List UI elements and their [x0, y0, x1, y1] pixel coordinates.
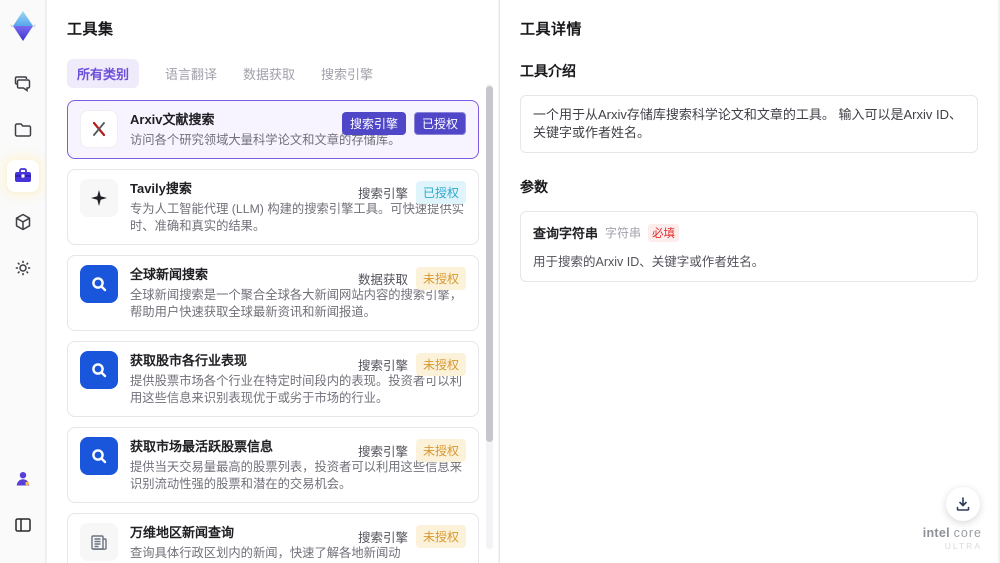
tab-language-translation[interactable]: 语言翻译	[165, 59, 217, 88]
auth-status-badge: 未授权	[415, 439, 466, 462]
tool-card-regional-news[interactable]: 万维地区新闻查询 查询具体行政区划内的新闻，快速了解各地新闻动 搜索引擎 未授权	[67, 513, 479, 563]
category-tabs: 所有类别 语言翻译 数据获取 搜索引擎	[67, 59, 498, 88]
app-window: 工具集 所有类别 语言翻译 数据获取 搜索引擎 Arxiv文献搜索 访问各个研究…	[0, 0, 1000, 563]
folder-icon	[13, 120, 33, 140]
auth-status-badge: 已授权	[415, 181, 466, 204]
param-required-badge: 必填	[648, 223, 680, 242]
tool-list-scrollbar-track[interactable]	[486, 84, 493, 549]
sparkle-icon	[80, 179, 118, 217]
sidebar-item-settings[interactable]	[7, 252, 39, 284]
page-title: 工具集	[67, 21, 114, 38]
intro-heading: 工具介绍	[520, 63, 576, 79]
stock-search-icon	[80, 437, 118, 475]
tool-list-panel: 工具集 所有类别 语言翻译 数据获取 搜索引擎 Arxiv文献搜索 访问各个研究…	[47, 0, 498, 563]
brand-core: core	[953, 526, 982, 540]
param-description: 用于搜索的Arxiv ID、关键字或作者姓名。	[533, 255, 765, 269]
download-icon	[954, 495, 972, 513]
tab-search-engine[interactable]: 搜索引擎	[321, 59, 373, 88]
tab-all-categories[interactable]: 所有类别	[67, 59, 140, 88]
sidebar-item-packages[interactable]	[7, 206, 39, 238]
category-label: 搜索引擎	[357, 187, 408, 201]
tool-card-global-news[interactable]: 全球新闻搜索 全球新闻搜索是一个聚合全球各大新闻网站内容的搜索引擎，帮助用户快速…	[67, 255, 479, 331]
brand-intel: intel	[922, 526, 950, 540]
auth-status-badge: 已授权	[413, 112, 466, 135]
chat-icon	[13, 74, 33, 94]
stock-search-icon	[80, 351, 118, 389]
sidebar-item-files[interactable]	[7, 114, 39, 146]
param-name: 查询字符串	[533, 226, 599, 241]
category-label: 搜索引擎	[357, 445, 408, 459]
tool-card-tavily[interactable]: Tavily搜索 专为人工智能代理 (LLM) 构建的搜索引擎工具。可快速提供实…	[67, 169, 479, 245]
sidebar-item-toolbox[interactable]	[6, 160, 39, 192]
intel-core-logo: intel core ultra	[923, 527, 982, 553]
sidebar-item-collapse[interactable]	[7, 509, 39, 541]
brand-ultra: ultra	[944, 541, 982, 551]
gear-icon	[13, 258, 33, 278]
category-label: 数据获取	[357, 273, 408, 287]
tool-description: 提供当天交易量最高的股票列表，投资者可以利用这些信息来识别流动性强的股票和潜在的…	[130, 460, 463, 491]
sidebar-item-user[interactable]	[7, 463, 39, 495]
tool-description: 专为人工智能代理 (LLM) 构建的搜索引擎工具。可快速提供实时、准确和真实的结…	[130, 202, 465, 233]
app-logo	[9, 10, 37, 42]
arxiv-logo-icon	[80, 110, 118, 148]
params-heading: 参数	[520, 179, 548, 195]
category-badge: 搜索引擎	[341, 112, 406, 135]
tool-description: 全球新闻搜索是一个聚合全球各大新闻网站内容的搜索引擎，帮助用户快速获取全球最新资…	[130, 288, 463, 319]
tool-card-arxiv[interactable]: Arxiv文献搜索 访问各个研究领域大量科学论文和文章的存储库。 搜索引擎 已授…	[67, 100, 479, 159]
category-label: 搜索引擎	[357, 531, 408, 545]
news-search-icon	[80, 265, 118, 303]
tool-card-most-active-stocks[interactable]: 获取市场最活跃股票信息 提供当天交易量最高的股票列表，投资者可以利用这些信息来识…	[67, 427, 479, 503]
param-card: 查询字符串 字符串 必填 用于搜索的Arxiv ID、关键字或作者姓名。	[520, 211, 978, 282]
tool-intro-text: 一个用于从Arxiv存储库搜索科学论文和文章的工具。 输入可以是Arxiv ID…	[520, 95, 978, 153]
package-icon	[13, 212, 33, 232]
param-type: 字符串	[605, 226, 642, 240]
collapse-sidebar-icon	[13, 515, 33, 535]
auth-status-badge: 未授权	[415, 267, 466, 290]
nav-rail	[0, 0, 46, 563]
auth-status-badge: 未授权	[415, 353, 466, 376]
tool-list: Arxiv文献搜索 访问各个研究领域大量科学论文和文章的存储库。 搜索引擎 已授…	[67, 100, 479, 563]
category-label: 搜索引擎	[357, 359, 408, 373]
tool-list-scrollbar-thumb[interactable]	[486, 86, 493, 442]
tool-description: 提供股票市场各个行业在特定时间段内的表现。投资者可以利用这些信息来识别表现优于或…	[130, 374, 463, 405]
detail-title: 工具详情	[520, 21, 583, 38]
sidebar-item-chat[interactable]	[7, 68, 39, 100]
user-icon	[13, 469, 33, 489]
tool-card-sector-performance[interactable]: 获取股市各行业表现 提供股票市场各个行业在特定时间段内的表现。投资者可以利用这些…	[67, 341, 479, 417]
toolbox-icon	[12, 165, 34, 187]
download-button[interactable]	[946, 487, 980, 521]
auth-status-badge: 未授权	[415, 525, 466, 548]
tool-detail-panel: 工具详情 工具介绍 一个用于从Arxiv存储库搜索科学论文和文章的工具。 输入可…	[499, 0, 998, 563]
tab-data-fetch[interactable]: 数据获取	[243, 59, 295, 88]
newspaper-icon	[80, 523, 118, 561]
